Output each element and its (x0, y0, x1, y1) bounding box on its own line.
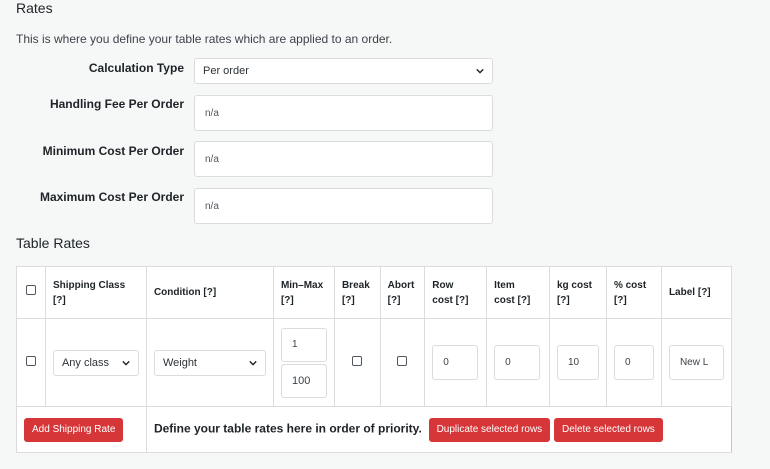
calculation-type-value: Per order (203, 65, 249, 77)
pct-cost-cell: 0 (605, 318, 662, 407)
shipping-class-select[interactable]: Any class (52, 349, 139, 376)
row-cost-value: 0 (443, 357, 449, 368)
pct-cost-input[interactable]: 0 (613, 345, 654, 380)
chevron-down-icon (249, 360, 257, 366)
duplicate-selected-rows-button[interactable]: Duplicate selected rows (428, 417, 551, 442)
help-link[interactable]: [?] (342, 295, 355, 306)
chevron-down-icon (476, 68, 484, 74)
help-link[interactable]: [?] (557, 295, 570, 306)
footer-hint: Define your table rates here in order of… (153, 421, 422, 435)
condition-value: Weight (162, 356, 197, 369)
shipping-class-cell: Any class (44, 318, 147, 407)
rates-heading: Rates (16, 0, 53, 16)
row-select-checkbox[interactable] (25, 356, 36, 366)
min-value: 1 (291, 339, 298, 350)
select-all-checkbox[interactable] (25, 285, 36, 295)
max-value: 100 (291, 374, 311, 387)
col-row-cost-label-2: cost (432, 294, 453, 306)
add-shipping-rate-button[interactable]: Add Shipping Rate (24, 417, 124, 442)
table-footer-row: Add Shipping Rate Define your table rate… (16, 406, 732, 453)
calculation-type-label: Calculation Type (88, 61, 184, 75)
help-link[interactable]: [?] (281, 295, 294, 306)
handling-fee-placeholder: n/a (205, 107, 219, 119)
col-shipping-class: Shipping Class [?] (44, 266, 147, 319)
col-pct-cost: % cost [?] (605, 266, 662, 319)
row-cost-cell: 0 (424, 318, 488, 407)
col-condition-label: Condition (153, 287, 201, 298)
chevron-down-icon (122, 360, 130, 366)
help-link[interactable]: [?] (456, 295, 469, 306)
help-link[interactable]: [?] (53, 295, 66, 306)
col-item-cost: Item cost [?] (486, 266, 550, 319)
help-link[interactable]: [?] (388, 295, 401, 306)
minimum-cost-placeholder: n/a (205, 153, 219, 165)
minimum-cost-label: Minimum Cost Per Order (42, 144, 184, 158)
condition-select[interactable]: Weight (153, 349, 266, 376)
kg-cost-cell: 10 (548, 318, 607, 407)
footer-actions-cell: Define your table rates here in order of… (146, 406, 732, 453)
item-cost-input[interactable]: 0 (494, 345, 541, 380)
label-value: New L (679, 357, 709, 368)
col-kg-cost: kg cost [?] (548, 266, 607, 319)
pct-cost-value: 0 (624, 357, 631, 368)
min-max-cell: 1 100 (272, 318, 335, 407)
minimum-cost-input[interactable]: n/a (194, 141, 493, 177)
abort-checkbox[interactable] (397, 356, 408, 366)
help-link[interactable]: [?] (203, 287, 216, 298)
col-row-cost: Row cost [?] (424, 266, 488, 319)
kg-cost-input[interactable]: 10 (556, 345, 599, 380)
table-rates-heading: Table Rates (16, 235, 90, 251)
shipping-class-value: Any class (61, 356, 110, 369)
max-input[interactable]: 100 (280, 363, 327, 398)
row-cost-input[interactable]: 0 (432, 345, 479, 380)
kg-cost-value: 10 (567, 357, 580, 368)
col-min-max: Min–Max [?] (272, 266, 335, 319)
help-link[interactable]: [?] (518, 295, 531, 306)
maximum-cost-placeholder: n/a (205, 200, 219, 212)
break-cell (333, 318, 381, 407)
footer-add-cell: Add Shipping Rate (16, 406, 147, 453)
table-header-row: Shipping Class [?] Condition [?] Min–Max… (16, 266, 733, 319)
col-abort: Abort [?] (379, 266, 426, 319)
maximum-cost-input[interactable]: n/a (194, 188, 493, 224)
col-row-cost-label: Row (432, 279, 454, 291)
label-cell: New L (660, 318, 733, 407)
delete-selected-rows-button[interactable]: Delete selected rows (553, 417, 663, 442)
handling-fee-input[interactable]: n/a (194, 95, 493, 131)
maximum-cost-label: Maximum Cost Per Order (39, 190, 184, 204)
col-kg-cost-label: kg cost (556, 279, 592, 291)
item-cost-value: 0 (505, 357, 511, 368)
col-item-cost-label-2: cost (494, 294, 515, 306)
item-cost-cell: 0 (486, 318, 550, 407)
break-checkbox[interactable] (352, 356, 363, 366)
label-input[interactable]: New L (668, 345, 724, 380)
col-min-max-label: Min–Max (280, 279, 324, 291)
select-all-cell (16, 266, 46, 319)
col-item-cost-label: Item (494, 279, 515, 291)
col-label-label: Label (668, 287, 696, 298)
abort-cell (379, 318, 426, 407)
col-break: Break [?] (333, 266, 381, 319)
col-label: Label [?] (660, 266, 733, 319)
table-rates: Shipping Class [?] Condition [?] Min–Max… (16, 266, 733, 453)
handling-fee-label: Handling Fee Per Order (49, 97, 184, 111)
help-link[interactable]: [?] (698, 287, 711, 298)
condition-cell: Weight (145, 318, 274, 407)
min-input[interactable]: 1 (280, 327, 327, 362)
calculation-type-select[interactable]: Per order (194, 58, 493, 84)
col-break-label: Break (341, 279, 370, 291)
col-condition: Condition [?] (145, 266, 274, 319)
col-shipping-class-label: Shipping Class (52, 279, 126, 291)
help-link[interactable]: [?] (614, 295, 627, 306)
rates-description: This is where you define your table rate… (16, 32, 393, 46)
row-select-cell (16, 318, 46, 407)
col-abort-label: Abort (387, 279, 415, 291)
table-row: Any class Weight 1 100 0 0 10 0 New L (16, 318, 733, 407)
col-pct-cost-label: % cost (613, 279, 647, 291)
